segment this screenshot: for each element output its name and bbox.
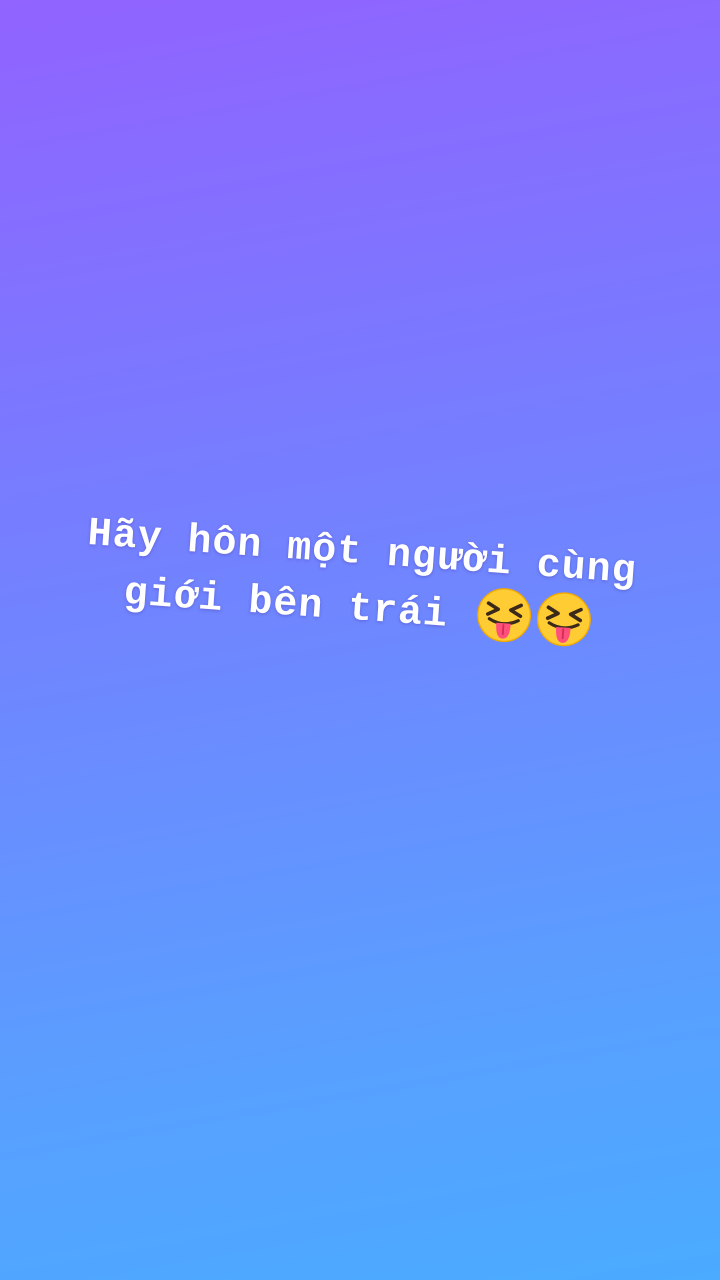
story-caption: Hãy hôn một người cùng giới bên trái: [17, 504, 703, 661]
story-background: Hãy hôn một người cùng giới bên trái: [0, 0, 720, 1280]
squinting-face-with-tongue-icon: [533, 588, 595, 650]
squinting-face-with-tongue-icon: [473, 584, 535, 646]
